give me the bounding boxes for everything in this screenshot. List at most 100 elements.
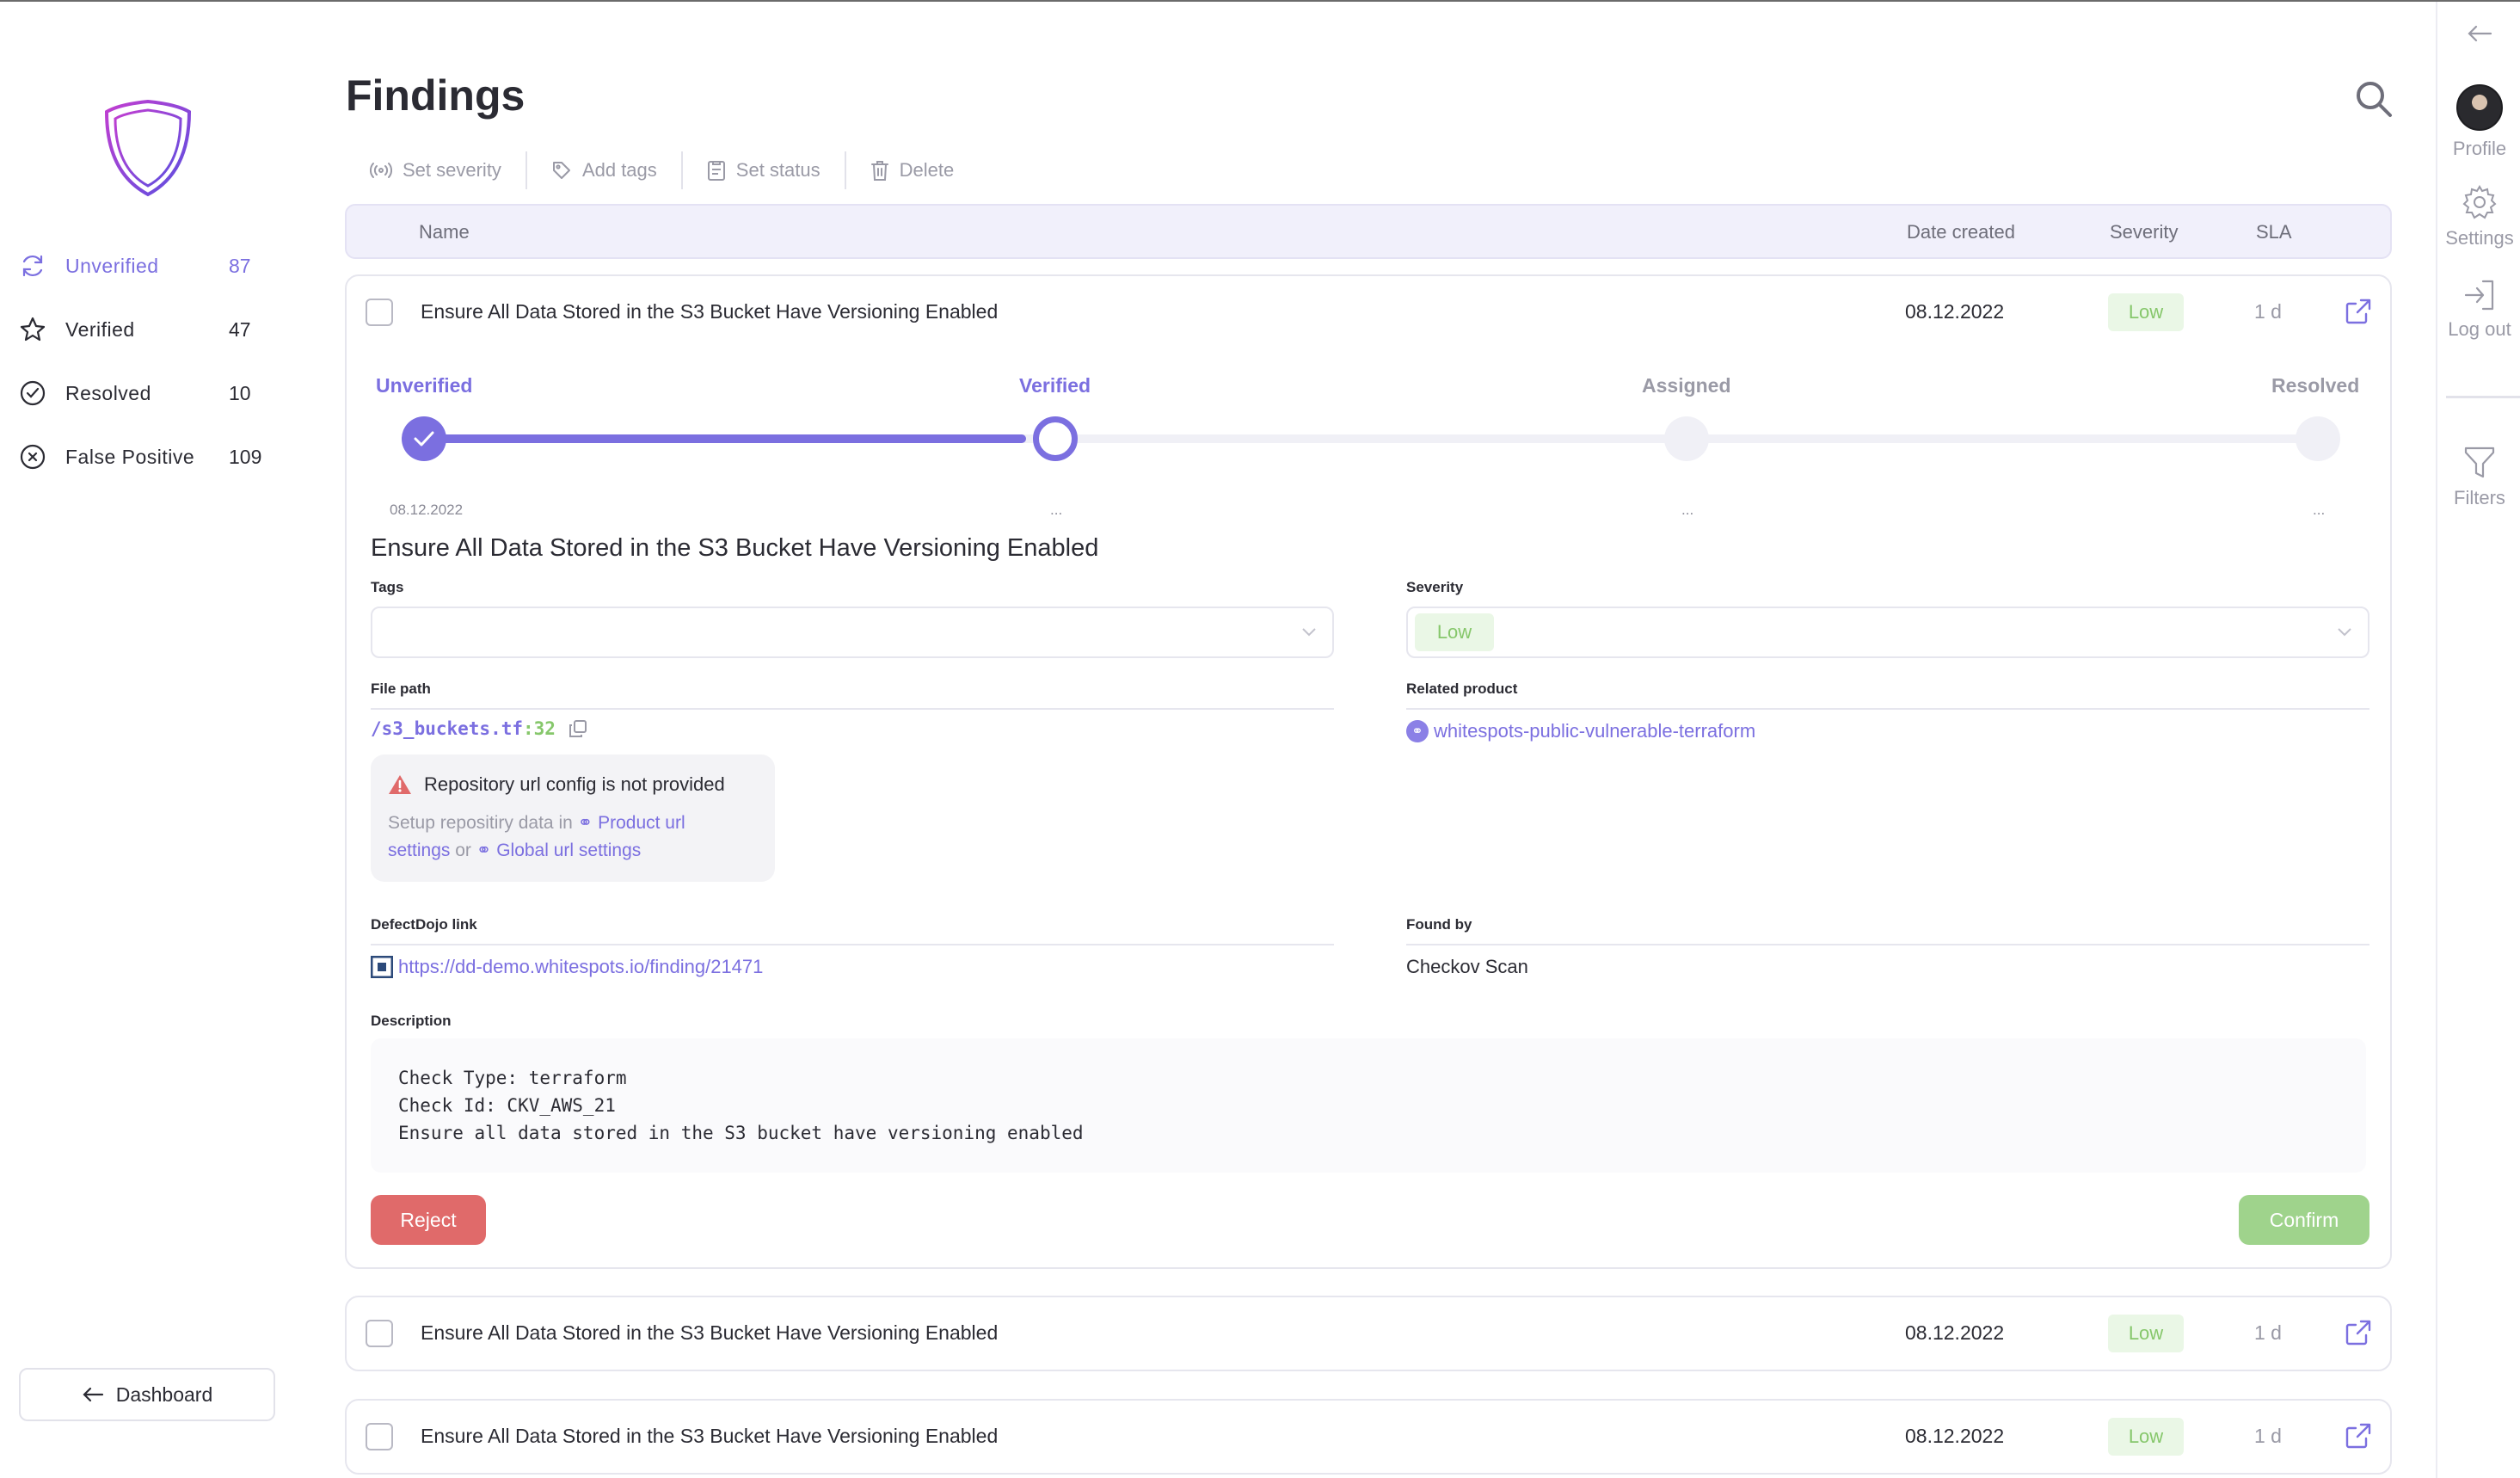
stepper-track-progress [424,434,1026,443]
set-status-label: Set status [735,159,821,181]
collapse-button[interactable] [2437,24,2520,43]
global-url-settings-link[interactable]: ⚭ Global url settings [476,841,642,860]
step-dot-assigned[interactable] [1664,416,1709,461]
set-severity-button[interactable]: Set severity [370,151,526,189]
description-line: Check Id: CKV_AWS_21 [398,1095,616,1116]
settings-button[interactable]: Settings [2437,184,2520,249]
file-path-link[interactable]: /s3_buckets.tf [371,718,523,739]
check-icon [414,431,434,446]
finding-date: 08.12.2022 [1905,1425,2005,1447]
external-link-icon[interactable] [2344,297,2373,326]
step-date: ... [2313,502,2326,518]
step-label-resolved: Resolved [2271,374,2360,397]
shield-logo-icon [104,99,192,197]
description-line: Check Type: terraform [398,1068,627,1088]
add-tags-label: Add tags [581,159,657,181]
column-date-created[interactable]: Date created [1907,221,2015,243]
nav-item-false-positive[interactable]: False Positive 109 [17,425,275,489]
login-arrow-icon [2464,280,2494,311]
finding-card: Ensure All Data Stored in the S3 Bucket … [345,1399,2392,1475]
reject-button[interactable]: Reject [371,1195,486,1245]
finding-date: 08.12.2022 [1905,300,2005,323]
step-date: ... [1681,502,1694,518]
finding-name: Ensure All Data Stored in the S3 Bucket … [421,300,999,323]
row-checkbox[interactable] [366,1320,393,1347]
table-header: Name Date created Severity SLA [345,204,2392,259]
finding-sla: 1 d [2254,1425,2282,1447]
finding-date: 08.12.2022 [1905,1321,2005,1344]
finding-name: Ensure All Data Stored in the S3 Bucket … [421,1425,999,1447]
severity-badge: Low [2108,1418,2184,1456]
severity-select[interactable]: Low [1406,607,2369,658]
trash-icon [870,161,888,181]
defectdojo-link-label: DefectDojo link [371,916,477,933]
divider [1406,944,2369,945]
tags-label: Tags [371,579,404,595]
row-checkbox[interactable] [366,299,393,326]
repo-warning-box: Repository url config is not provided Se… [371,754,775,882]
copy-icon[interactable] [568,718,588,739]
row-checkbox[interactable] [366,1423,393,1450]
related-product[interactable]: ⚭ whitespots-public-vulnerable-terraform [1406,720,1755,742]
set-status-button[interactable]: Set status [680,151,845,189]
nav-count: 87 [229,254,251,277]
filters-button[interactable]: Filters [2437,446,2520,509]
description-label: Description [371,1013,452,1029]
divider [1406,708,2369,710]
nav-label: Verified [65,317,135,341]
nav-label: Unverified [65,254,159,277]
set-severity-label: Set severity [403,159,501,181]
profile-button[interactable]: Profile [2437,84,2520,160]
nav-item-resolved[interactable]: Resolved 10 [17,361,275,425]
related-product-link[interactable]: whitespots-public-vulnerable-terraform [1434,720,1755,742]
step-dot-verified[interactable] [1033,416,1078,461]
file-path[interactable]: /s3_buckets.tf :32 [371,718,588,739]
logout-button[interactable]: Log out [2437,279,2520,341]
column-name[interactable]: Name [419,221,470,243]
description-line: Ensure all data stored in the S3 bucket … [398,1123,1084,1143]
product-url-settings-link[interactable]: ⚭ Product url [578,813,685,833]
finding-detail-title: Ensure All Data Stored in the S3 Bucket … [371,534,1099,562]
external-link-icon[interactable] [2344,1318,2373,1347]
external-link-icon[interactable] [2344,1421,2373,1450]
confirm-button[interactable]: Confirm [2239,1195,2369,1245]
defectdojo-icon [371,956,393,978]
step-dot-unverified[interactable] [402,416,446,461]
finding-name: Ensure All Data Stored in the S3 Bucket … [421,1321,999,1344]
found-by-label: Found by [1406,916,1472,933]
file-line: :32 [523,718,556,739]
search-icon[interactable] [2354,79,2394,119]
divider [371,708,1334,710]
nav-item-verified[interactable]: Verified 47 [17,298,275,361]
table-row[interactable]: Ensure All Data Stored in the S3 Bucket … [347,1297,2390,1370]
x-circle-icon [17,441,48,472]
step-label-verified: Verified [1019,374,1091,397]
step-dot-resolved[interactable] [2296,416,2340,461]
nav-item-unverified[interactable]: Unverified 87 [17,234,275,298]
file-path-label: File path [371,680,431,697]
related-product-label: Related product [1406,680,1518,697]
finding-sla: 1 d [2254,1321,2282,1344]
dashboard-button[interactable]: Dashboard [19,1368,275,1421]
finding-card: Ensure All Data Stored in the S3 Bucket … [345,1296,2392,1371]
step-date: ... [1050,502,1063,518]
tags-select[interactable] [371,607,1334,658]
top-border [0,0,2520,2]
table-row[interactable]: Ensure All Data Stored in the S3 Bucket … [347,1401,2390,1473]
table-row[interactable]: Ensure All Data Stored in the S3 Bucket … [347,276,2390,348]
nav-count: 10 [229,381,251,404]
product-url-settings-link-cont[interactable]: settings [388,841,450,860]
delete-button[interactable]: Delete [844,151,979,189]
step-label-unverified: Unverified [376,374,473,397]
add-tags-button[interactable]: Add tags [525,151,681,189]
defectdojo-link[interactable]: https://dd-demo.whitespots.io/finding/21… [371,956,763,978]
status-stepper: Unverified Verified Assigned Resolved 08… [376,374,2359,518]
warning-text: Setup repositiry data in [388,813,573,833]
defectdojo-url[interactable]: https://dd-demo.whitespots.io/finding/21… [398,956,763,978]
arrow-left-icon [83,1387,103,1402]
column-severity[interactable]: Severity [2110,221,2178,243]
column-sla[interactable]: SLA [2256,221,2292,243]
page-title: Findings [346,71,526,120]
nav-label: False Positive [65,445,195,468]
right-rail: Profile Settings Log out Filters [2436,2,2520,1478]
